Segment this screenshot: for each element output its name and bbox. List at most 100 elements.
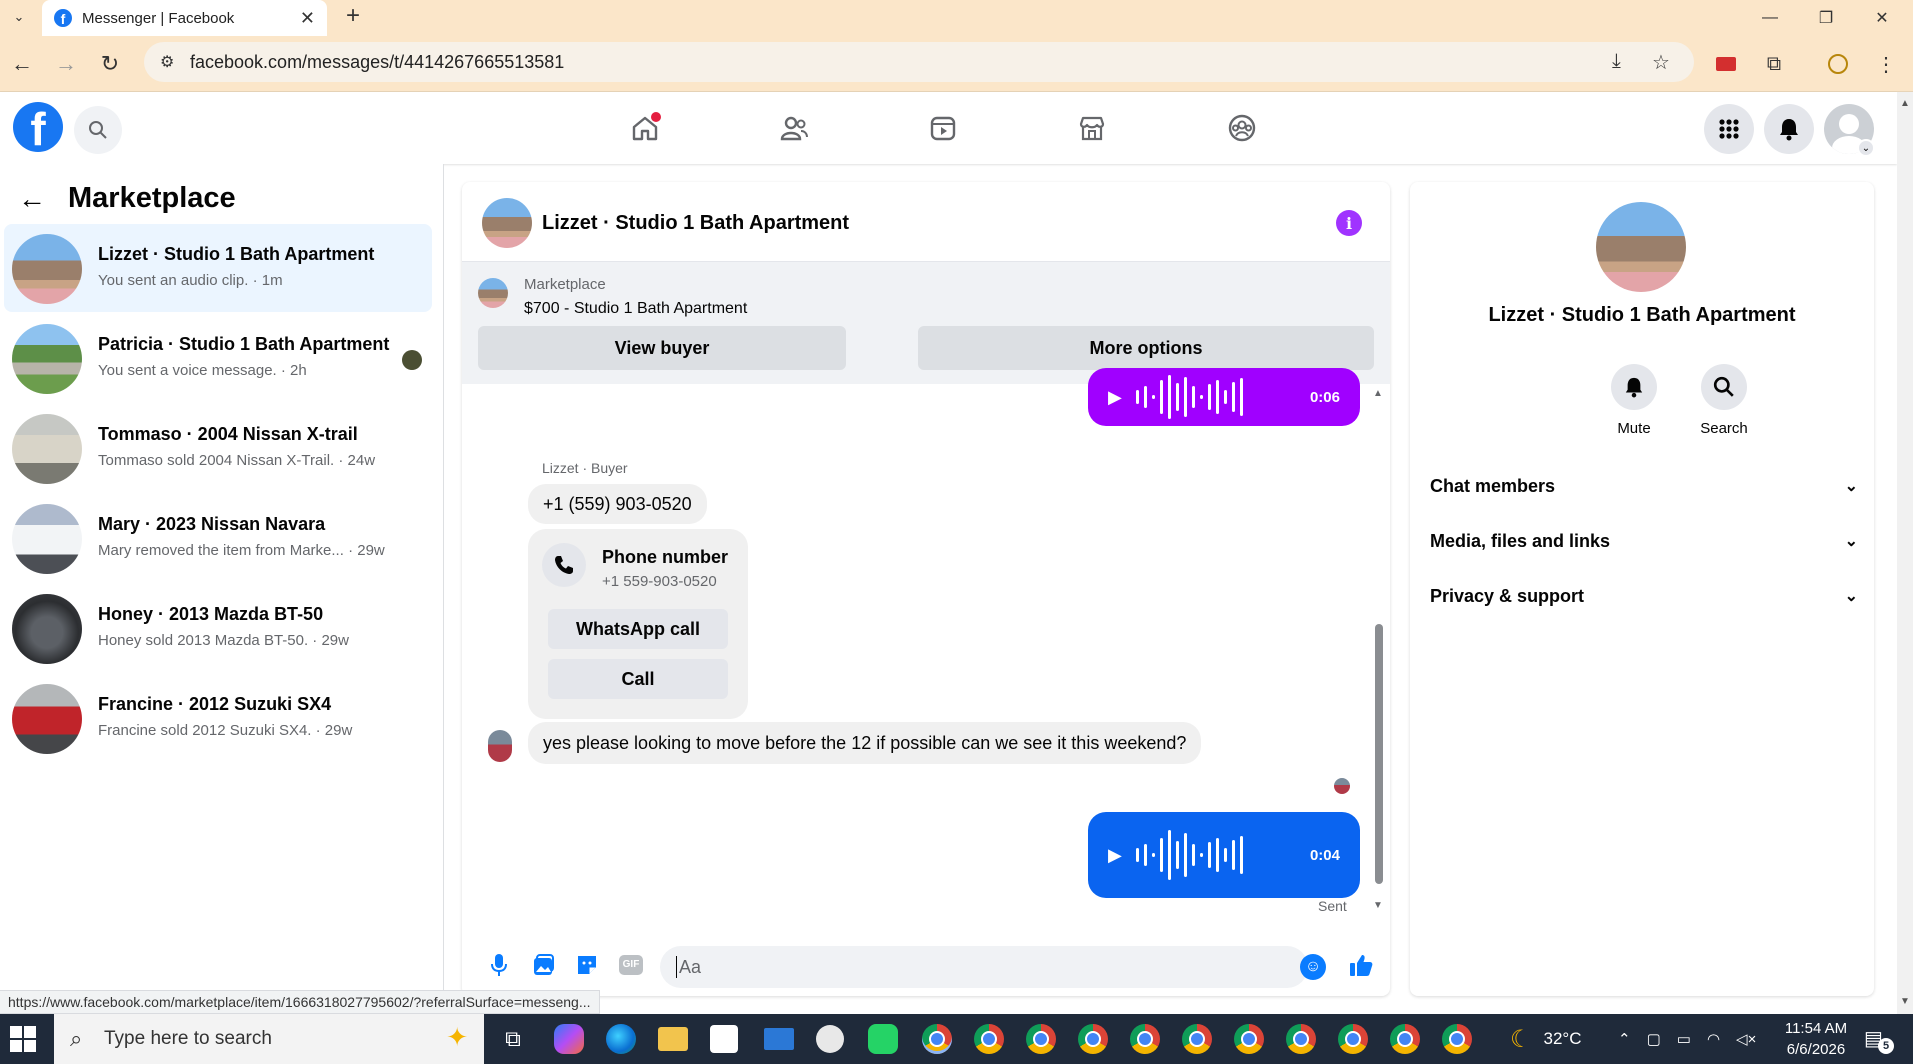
copilot-icon[interactable] bbox=[554, 1024, 584, 1054]
cast-extension-icon[interactable] bbox=[1712, 50, 1740, 78]
file-explorer-icon[interactable] bbox=[658, 1027, 688, 1051]
back-arrow-icon[interactable]: ← bbox=[18, 183, 46, 215]
app-icon[interactable] bbox=[816, 1025, 844, 1053]
message-input[interactable]: Aa bbox=[660, 946, 1308, 988]
phone-text-bubble[interactable]: +1 (559) 903-0520 bbox=[528, 484, 707, 524]
nav-marketplace[interactable] bbox=[1066, 104, 1118, 152]
search-conversation-button[interactable]: Search bbox=[1684, 364, 1764, 437]
bookmark-star-icon[interactable]: ☆ bbox=[1652, 50, 1670, 75]
nav-video[interactable] bbox=[917, 104, 969, 152]
page-scrollbar[interactable]: ▲ ▼ bbox=[1897, 92, 1913, 1014]
view-buyer-button[interactable]: View buyer bbox=[478, 326, 846, 370]
thumbs-up-icon[interactable] bbox=[1346, 950, 1376, 980]
windows-start-icon[interactable] bbox=[10, 1026, 36, 1052]
privacy-support-section[interactable]: Privacy & support ⌄ bbox=[1430, 574, 1858, 618]
tab-close-icon[interactable]: ✕ bbox=[300, 8, 315, 29]
extensions-puzzle-icon[interactable]: ⧉ bbox=[1760, 50, 1788, 78]
nav-home[interactable] bbox=[619, 104, 671, 152]
task-view-icon[interactable]: ⧉ bbox=[496, 1022, 530, 1056]
conversation-preview: Honey sold 2013 Mazda BT-50. · 29w bbox=[98, 632, 349, 649]
chevron-down-icon[interactable]: ⌄ bbox=[1857, 139, 1875, 157]
facebook-search-button[interactable] bbox=[74, 106, 122, 154]
conversation-item[interactable]: Lizzet · Studio 1 Bath Apartment You sen… bbox=[4, 224, 432, 312]
browser-tab-messenger[interactable]: f Messenger | Facebook ✕ bbox=[42, 0, 327, 36]
search-icon bbox=[1701, 364, 1747, 410]
minimize-button[interactable]: — bbox=[1742, 0, 1798, 36]
whatsapp-icon[interactable] bbox=[868, 1024, 898, 1054]
media-files-links-section[interactable]: Media, files and links ⌄ bbox=[1430, 519, 1858, 563]
battery-icon[interactable]: ▭ bbox=[1677, 1030, 1691, 1048]
details-listing-thumbnail[interactable] bbox=[1596, 202, 1686, 292]
site-settings-icon[interactable]: ⚙ bbox=[160, 52, 174, 72]
chat-scrollbar[interactable]: ▲ ▼ bbox=[1372, 384, 1386, 916]
mail-icon[interactable] bbox=[764, 1028, 794, 1050]
address-bar[interactable]: ⚙ facebook.com/messages/t/44142676655135… bbox=[144, 42, 1694, 82]
chrome-icon[interactable] bbox=[1078, 1024, 1108, 1054]
listing-price-title[interactable]: $700 - Studio 1 Bath Apartment bbox=[524, 300, 747, 318]
chrome-icon[interactable] bbox=[1182, 1024, 1212, 1054]
chrome-menu-icon[interactable]: ⋮ bbox=[1872, 50, 1900, 78]
emoji-icon[interactable]: ☺ bbox=[1300, 954, 1326, 980]
chat-members-section[interactable]: Chat members ⌄ bbox=[1430, 464, 1858, 508]
chrome-icon[interactable] bbox=[922, 1024, 952, 1054]
forward-button[interactable]: → bbox=[50, 48, 82, 80]
tab-search-button[interactable]: ⌄ bbox=[8, 6, 30, 28]
restore-button[interactable]: ❐ bbox=[1798, 0, 1854, 36]
chrome-icon[interactable] bbox=[1234, 1024, 1264, 1054]
chrome-icon[interactable] bbox=[1390, 1024, 1420, 1054]
play-icon[interactable]: ▶ bbox=[1108, 387, 1122, 408]
system-tray: ⌃ ▢ ▭ ◠ ◁× bbox=[1618, 1014, 1756, 1064]
play-icon[interactable]: ▶ bbox=[1108, 845, 1122, 866]
gaming-icon bbox=[1228, 114, 1256, 142]
meet-icon[interactable]: ▢ bbox=[1647, 1030, 1661, 1048]
chrome-icon[interactable] bbox=[1338, 1024, 1368, 1054]
new-tab-button[interactable]: + bbox=[346, 2, 360, 30]
chrome-icon[interactable] bbox=[974, 1024, 1004, 1054]
reload-button[interactable]: ↻ bbox=[94, 48, 126, 80]
notifications-button[interactable] bbox=[1764, 104, 1814, 154]
facebook-logo-icon[interactable]: f bbox=[13, 102, 63, 152]
chrome-icon[interactable] bbox=[1286, 1024, 1316, 1054]
nav-friends[interactable] bbox=[768, 104, 820, 152]
chevron-up-icon[interactable]: ⌃ bbox=[1618, 1030, 1631, 1048]
volume-muted-icon[interactable]: ◁× bbox=[1736, 1030, 1756, 1048]
call-button[interactable]: Call bbox=[548, 659, 728, 699]
microsoft-store-icon[interactable] bbox=[710, 1025, 738, 1053]
close-window-button[interactable]: ✕ bbox=[1854, 0, 1910, 36]
system-clock[interactable]: 11:54 AM 6/6/2026 bbox=[1766, 1018, 1866, 1060]
chrome-icon[interactable] bbox=[1442, 1024, 1472, 1054]
sender-label: Lizzet · Buyer bbox=[542, 460, 628, 476]
chat-title[interactable]: Lizzet · Studio 1 Bath Apartment bbox=[542, 212, 849, 235]
info-icon[interactable]: i bbox=[1336, 210, 1362, 236]
scroll-down-icon[interactable]: ▼ bbox=[1373, 900, 1383, 911]
chrome-icon[interactable] bbox=[1026, 1024, 1056, 1054]
microphone-icon[interactable] bbox=[484, 950, 514, 980]
conversation-item[interactable]: Honey · 2013 Mazda BT-50 Honey sold 2013… bbox=[4, 584, 432, 672]
taskbar-search[interactable]: ⌕ Type here to search ✦ bbox=[54, 1014, 484, 1064]
conversation-item[interactable]: Francine · 2012 Suzuki SX4 Francine sold… bbox=[4, 674, 432, 762]
scroll-up-icon[interactable]: ▲ bbox=[1373, 388, 1383, 399]
profile-icon[interactable] bbox=[1824, 50, 1852, 78]
install-app-icon[interactable]: ⤓ bbox=[1612, 50, 1621, 73]
photo-icon[interactable] bbox=[528, 950, 558, 980]
chat-header: Lizzet · Studio 1 Bath Apartment i bbox=[462, 182, 1390, 262]
wifi-icon[interactable]: ◠ bbox=[1707, 1030, 1720, 1048]
menu-grid-button[interactable] bbox=[1704, 104, 1754, 154]
whatsapp-call-button[interactable]: WhatsApp call bbox=[548, 609, 728, 649]
chat-listing-thumbnail[interactable] bbox=[482, 198, 532, 248]
scroll-thumb[interactable] bbox=[1375, 624, 1383, 884]
conversation-item[interactable]: Mary · 2023 Nissan Navara Mary removed t… bbox=[4, 494, 432, 582]
buyer-avatar[interactable] bbox=[488, 730, 512, 762]
weather-widget[interactable]: ☾ 32°C bbox=[1510, 1014, 1582, 1064]
edge-icon[interactable] bbox=[606, 1024, 636, 1054]
chrome-icon[interactable] bbox=[1130, 1024, 1160, 1054]
sticker-icon[interactable] bbox=[572, 950, 602, 980]
more-options-button[interactable]: More options bbox=[918, 326, 1374, 370]
notification-center-icon[interactable]: ▤ 5 bbox=[1864, 1026, 1894, 1054]
nav-groups[interactable] bbox=[1216, 104, 1268, 152]
mute-button[interactable]: Mute bbox=[1594, 364, 1674, 437]
conversation-item[interactable]: Tommaso · 2004 Nissan X-trail Tommaso so… bbox=[4, 404, 432, 492]
conversation-item[interactable]: Patricia · Studio 1 Bath Apartment You s… bbox=[4, 314, 432, 402]
gif-icon[interactable]: GIF bbox=[616, 950, 646, 980]
back-button[interactable]: ← bbox=[6, 48, 38, 80]
